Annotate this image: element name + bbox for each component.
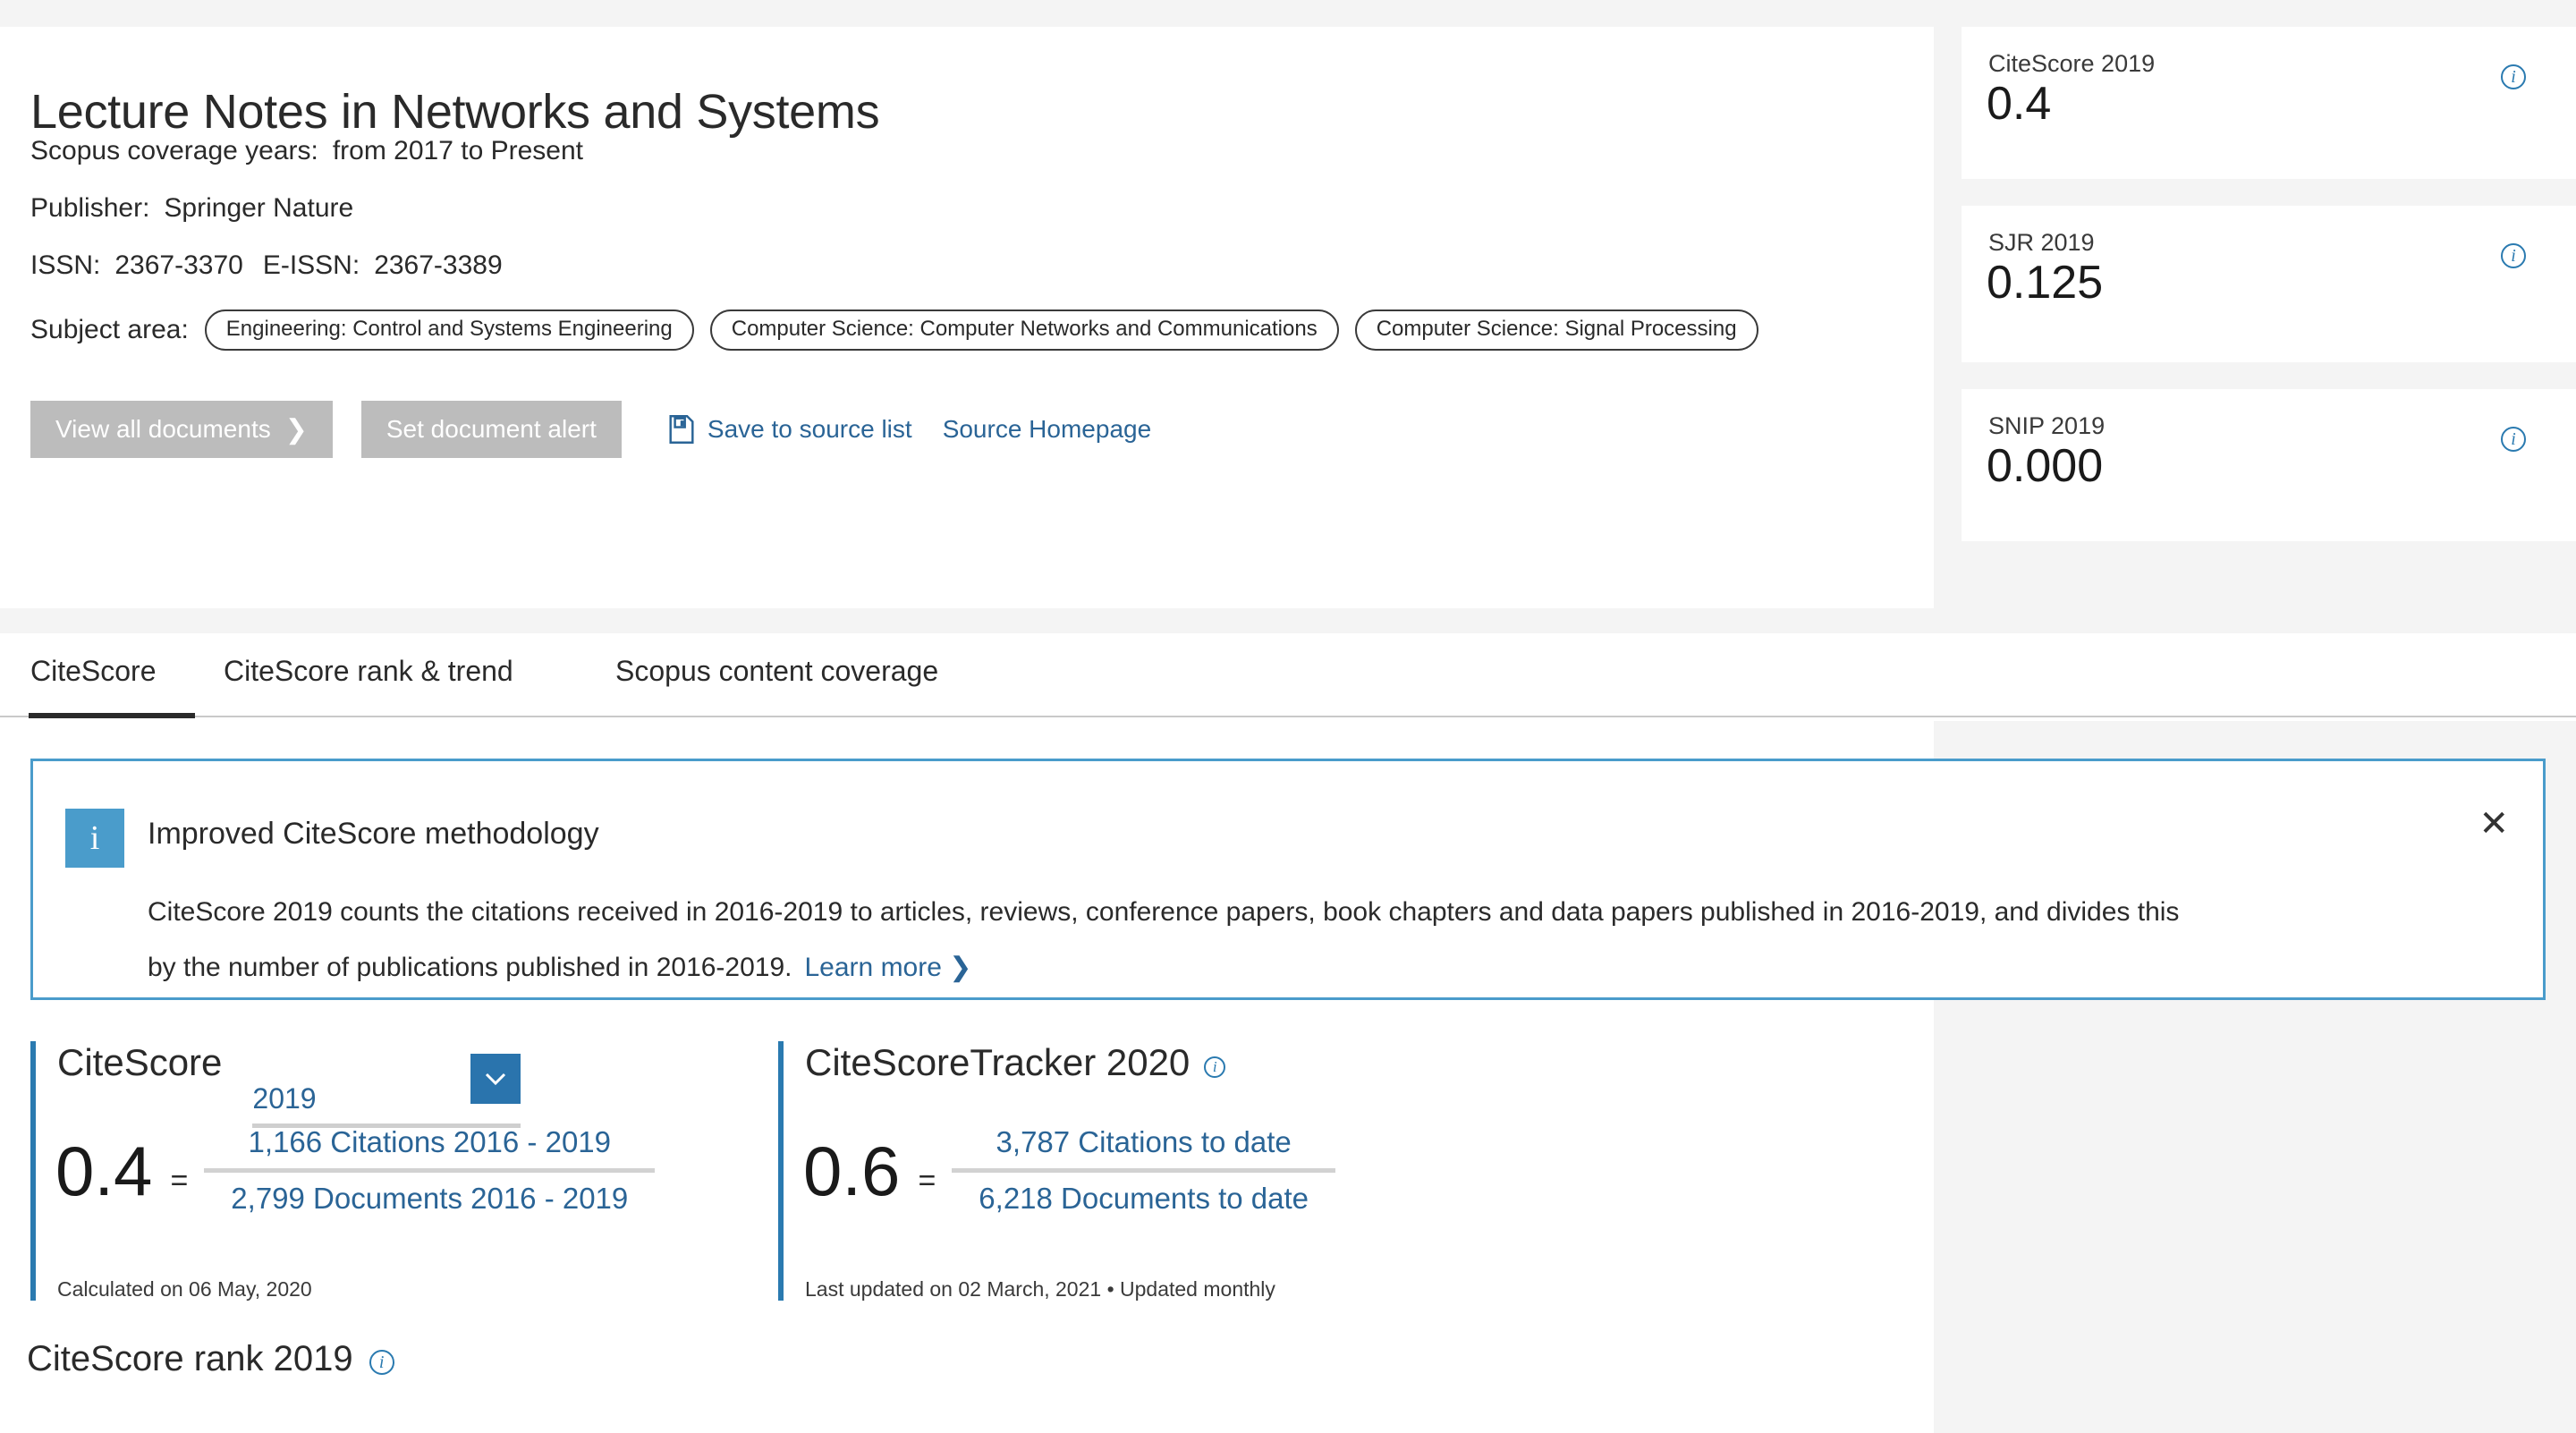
tab-scopus-content-coverage[interactable]: Scopus content coverage [615,655,938,688]
info-icon-tracker[interactable]: i [1204,1056,1226,1078]
set-document-alert-label: Set document alert [386,415,597,443]
equals-sign: = [918,1164,936,1198]
panel-accent-bar [778,1041,784,1301]
info-icon-citescore[interactable]: i [2501,64,2526,89]
banner-body-text: CiteScore 2019 counts the citations rece… [148,897,2180,982]
coverage-years-label: Scopus coverage years: [30,136,318,165]
tab-bar: CiteScore CiteScore rank & trend Scopus … [0,633,2576,721]
metric-card-snip: SNIP 2019 0.000 i [1962,389,2576,541]
metric-label: SJR 2019 [1988,229,2095,256]
tab-bottom-rule [0,716,2576,717]
tracker-citations-link[interactable]: 3,787 Citations to date [970,1124,1318,1161]
set-document-alert-button[interactable]: Set document alert [360,401,622,458]
info-icon-snip[interactable]: i [2501,427,2526,452]
info-banner-icon: i [65,809,124,868]
metric-value: 0.000 [1987,440,2104,492]
active-tab-indicator [29,713,195,718]
close-icon[interactable]: ✕ [2479,806,2509,842]
metric-value: 0.4 [1987,78,2052,130]
issn-label: ISSN: [30,250,101,280]
methodology-banner: i Improved CiteScore methodology CiteSco… [30,759,2546,1000]
source-homepage-link[interactable]: Source Homepage [943,415,1151,444]
metric-label: CiteScore 2019 [1988,50,2156,77]
citescore-value: 0.4 [55,1131,153,1210]
metric-value: 0.125 [1987,257,2104,309]
subject-tag[interactable]: Computer Science: Computer Networks and … [709,309,1339,351]
tracker-panel-title: CiteScoreTracker 2020 [805,1041,1191,1083]
citescore-calculated-note: Calculated on 06 May, 2020 [57,1277,312,1301]
metric-card-citescore: CiteScore 2019 0.4 i [1962,27,2576,179]
year-select-value: 2019 [252,1082,317,1115]
eissn-value: 2367-3389 [374,250,503,280]
citescore-documents-link[interactable]: 2,799 Documents 2016 - 2019 [204,1180,655,1217]
panel-accent-bar [30,1041,36,1301]
citescore-citations-link[interactable]: 1,166 Citations 2016 - 2019 [222,1124,638,1161]
subject-area-label: Subject area: [30,314,189,344]
metric-label: SNIP 2019 [1988,412,2106,439]
save-to-source-list-label: Save to source list [707,415,912,443]
tracker-fraction: 3,787 Citations to date 6,218 Documents … [952,1124,1336,1217]
tab-citescore-rank-trend[interactable]: CiteScore rank & trend [224,655,513,688]
chevron-right-icon: ❯ [284,414,308,445]
page-title: Lecture Notes in Networks and Systems [30,85,880,140]
banner-body: CiteScore 2019 counts the citations rece… [148,885,2205,996]
citescore-rank-heading-label: CiteScore rank 2019 [27,1339,353,1378]
view-all-documents-label: View all documents [55,415,271,443]
fraction-bar [204,1168,656,1173]
section-divider-band [0,608,2576,633]
citescore-panel-header: CiteScore 2019 [57,1041,521,1128]
chevron-down-icon[interactable] [470,1054,521,1104]
save-disk-icon [668,415,695,444]
info-icon-sjr[interactable]: i [2501,243,2526,268]
publisher-row: Publisher: Springer Nature [30,193,353,224]
subject-area-row: Subject area: Engineering: Control and S… [30,309,1775,351]
citescore-rank-heading: CiteScore rank 2019 i [27,1339,394,1379]
info-icon-rank[interactable]: i [369,1349,394,1375]
save-to-source-list-button[interactable]: Save to source list [668,415,912,444]
tracker-formula: 0.6 = 3,787 Citations to date 6,218 Docu… [803,1124,1336,1217]
fraction-bar [952,1168,1336,1173]
citescore-fraction: 1,166 Citations 2016 - 2019 2,799 Docume… [204,1124,656,1217]
tracker-panel-header: CiteScoreTracker 2020 i [805,1041,1226,1084]
tab-citescore[interactable]: CiteScore [30,655,157,688]
subject-tag[interactable]: Engineering: Control and Systems Enginee… [204,309,694,351]
metric-card-sjr: SJR 2019 0.125 i [1962,206,2576,362]
view-all-documents-button[interactable]: View all documents ❯ [30,401,333,458]
tracker-updated-note: Last updated on 02 March, 2021 • Updated… [805,1277,1275,1301]
tracker-documents-link[interactable]: 6,218 Documents to date [952,1180,1335,1217]
header-action-row: View all documents ❯ Set document alert … [30,401,1151,458]
learn-more-link[interactable]: Learn more ❯ [805,953,972,982]
citescore-panel-title: CiteScore [57,1041,223,1083]
coverage-years-value: from 2017 to Present [332,136,583,165]
coverage-years-row: Scopus coverage years: from 2017 to Prese… [30,136,583,166]
issn-value: 2367-3370 [114,250,243,280]
citescore-formula: 0.4 = 1,166 Citations 2016 - 2019 2,799 … [55,1124,656,1217]
publisher-value: Springer Nature [164,193,354,223]
equals-sign: = [170,1164,189,1198]
eissn-label: E-ISSN: [262,250,360,280]
subject-tag[interactable]: Computer Science: Signal Processing [1354,309,1758,351]
issn-row: ISSN: 2367-3370 E-ISSN: 2367-3389 [30,250,503,281]
banner-title: Improved CiteScore methodology [148,817,599,851]
tracker-value: 0.6 [803,1131,901,1210]
publisher-label: Publisher: [30,193,150,223]
